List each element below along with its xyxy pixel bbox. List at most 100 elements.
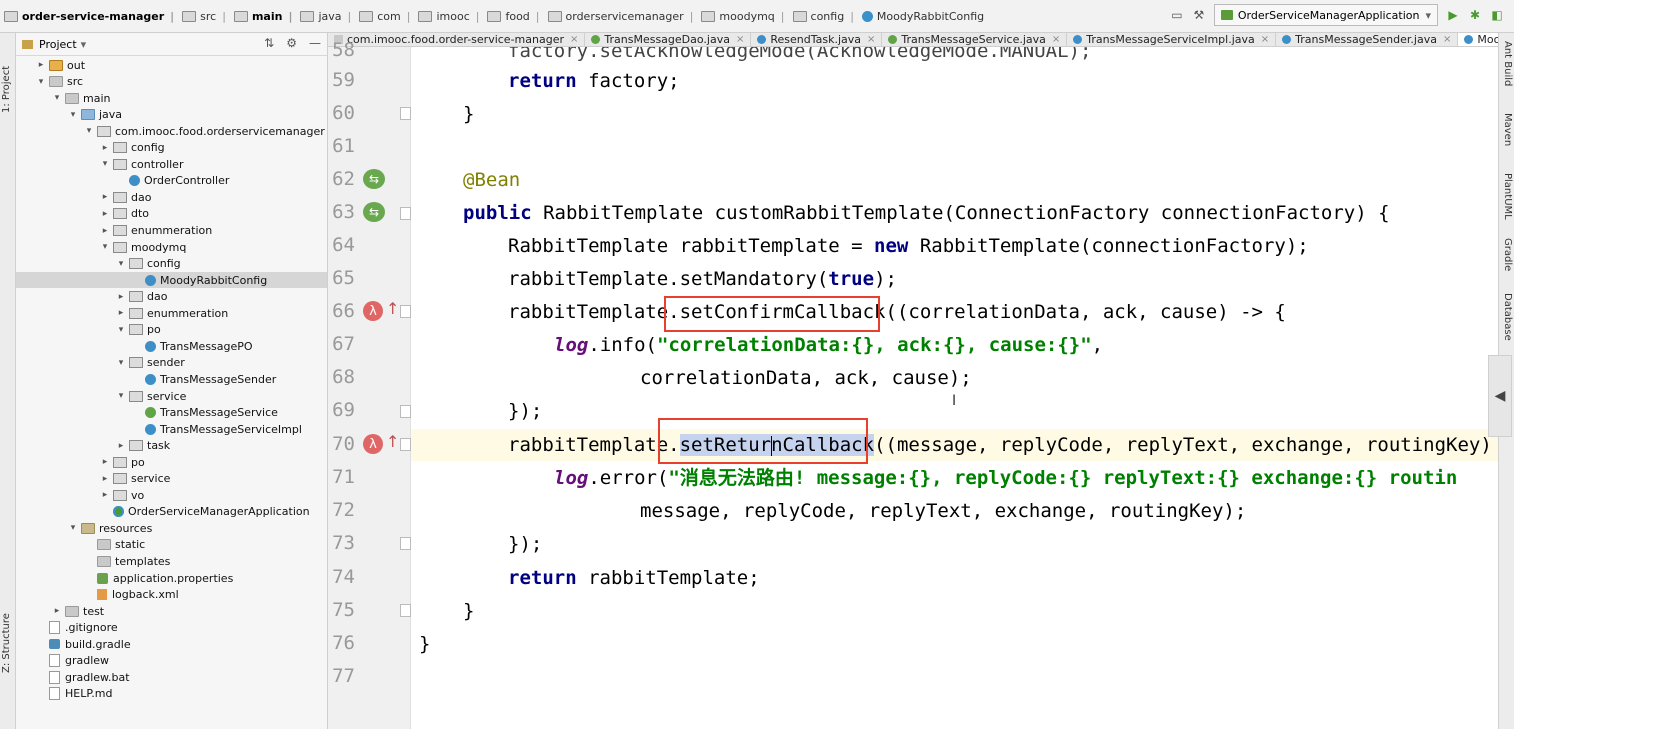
chevron-right-icon[interactable]: ▸ <box>116 441 126 451</box>
fold-marker-icon[interactable] <box>400 207 411 220</box>
tree-item[interactable]: templates <box>16 554 170 570</box>
tree-item[interactable]: ▸ po <box>16 454 145 470</box>
tree-item[interactable]: ▸ dto <box>16 206 149 222</box>
tree-item[interactable]: ▾ main <box>16 90 111 106</box>
breadcrumb-item[interactable]: main | <box>230 10 297 23</box>
tree-item[interactable]: ▸ enummeration <box>16 223 213 239</box>
close-icon[interactable]: × <box>1261 34 1269 45</box>
tree-item[interactable]: ▸ enummeration <box>16 305 229 321</box>
override-arrow-icon[interactable]: ↑ <box>386 432 399 451</box>
breadcrumb-item[interactable]: orderservicemanager | <box>544 10 698 23</box>
chevron-right-icon[interactable]: ▸ <box>100 192 110 202</box>
breadcrumb-item[interactable]: food | <box>483 10 543 23</box>
editor-tab[interactable]: TransMessageService.java × <box>882 33 1068 46</box>
chevron-down-icon[interactable]: ▾ <box>68 110 78 120</box>
spring-bean-icon[interactable]: ⇆ <box>363 202 385 222</box>
collapse-left-icon[interactable]: ◀ <box>1488 355 1512 437</box>
breadcrumb-item[interactable]: imooc | <box>414 10 483 23</box>
tree-item[interactable]: HELP.md <box>16 686 112 702</box>
close-icon[interactable]: × <box>867 34 875 45</box>
tree-item[interactable]: TransMessageSender <box>16 371 276 387</box>
breadcrumb-item[interactable]: config | <box>789 10 858 23</box>
tree-item[interactable]: ▾ src <box>16 74 83 90</box>
chevron-right-icon[interactable]: ▸ <box>100 474 110 484</box>
chevron-right-icon[interactable]: ▸ <box>116 292 126 302</box>
tree-item[interactable]: TransMessagePO <box>16 338 253 354</box>
right-tool-button[interactable]: Ant Build <box>1502 41 1513 86</box>
close-icon[interactable]: × <box>1443 34 1451 45</box>
fold-marker-icon[interactable] <box>400 405 411 418</box>
chevron-down-icon[interactable]: ▾ <box>100 242 110 252</box>
spring-bean-icon[interactable]: ⇆ <box>363 169 385 189</box>
chevron-right-icon[interactable]: ▸ <box>100 226 110 236</box>
chevron-right-icon[interactable]: ▸ <box>100 490 110 500</box>
chevron-down-icon[interactable]: ▾ <box>116 259 126 269</box>
chevron-down-icon[interactable]: ▾ <box>116 325 126 335</box>
tree-item[interactable]: ▾ controller <box>16 156 184 172</box>
tree-item[interactable]: ▾ resources <box>16 520 153 536</box>
tree-item[interactable]: logback.xml <box>16 587 179 603</box>
run-configuration-select[interactable]: OrderServiceManagerApplication ▾ <box>1213 4 1438 26</box>
tree-item[interactable]: ▸ vo <box>16 487 145 503</box>
lambda-icon[interactable]: λ <box>363 301 385 321</box>
chevron-down-icon[interactable]: ▾ <box>100 159 110 169</box>
chevron-right-icon[interactable]: ▸ <box>52 606 62 616</box>
tree-item[interactable]: ▸ config <box>16 140 165 156</box>
tree-item[interactable]: TransMessageService <box>16 405 278 421</box>
right-tool-button[interactable]: Gradle <box>1502 238 1513 271</box>
tree-item[interactable]: ▾ com.imooc.food.orderservicemanager <box>16 123 325 139</box>
breadcrumb-item[interactable]: java | <box>296 10 355 23</box>
coverage-icon[interactable]: ◧ <box>1490 8 1504 22</box>
tree-item[interactable]: application.properties <box>16 570 233 586</box>
debug-icon[interactable]: ✱ <box>1468 8 1482 22</box>
chevron-right-icon[interactable]: ▸ <box>100 143 110 153</box>
chevron-down-icon[interactable]: ▾ <box>36 77 46 87</box>
tree-item[interactable]: ▾ po <box>16 322 161 338</box>
tree-item[interactable]: OrderController <box>16 173 229 189</box>
code-editor[interactable]: factory.setAcknowledgeMode(AcknowledgeMo… <box>411 47 1498 729</box>
tree-item[interactable]: TransMessageServiceImpl <box>16 421 302 437</box>
fold-marker-icon[interactable] <box>400 537 411 550</box>
editor-tab[interactable]: ResendTask.java × <box>751 33 883 46</box>
tree-item[interactable]: ▾ config <box>16 256 181 272</box>
chevron-down-icon[interactable]: ▾ <box>116 391 126 401</box>
tree-item[interactable]: ▾ moodymq <box>16 239 187 255</box>
tree-item[interactable]: gradlew.bat <box>16 669 130 685</box>
tree-item[interactable]: OrderServiceManagerApplication <box>16 504 310 520</box>
chevron-down-icon[interactable]: ▾ <box>116 358 126 368</box>
breadcrumb-item[interactable]: order-service-manager | <box>0 10 178 23</box>
right-tool-button[interactable]: Database <box>1502 293 1513 341</box>
editor-tab[interactable]: TransMessageSender.java × <box>1276 33 1459 46</box>
tree-item[interactable]: ▸ out <box>16 57 85 73</box>
fold-marker-icon[interactable] <box>400 604 411 617</box>
editor-tab[interactable]: TransMessageDao.java × <box>585 33 752 46</box>
breadcrumb-item[interactable]: moodymq | <box>697 10 788 23</box>
structure-tool-button[interactable]: Z: Structure <box>1 613 12 673</box>
fold-marker-icon[interactable] <box>400 107 411 120</box>
breadcrumb-item[interactable]: MoodyRabbitConfig <box>858 10 988 23</box>
editor-tab[interactable]: MoodyRabbitConfig.java× <box>1458 33 1498 46</box>
breadcrumb-item[interactable]: src | <box>178 10 230 23</box>
editor-tab[interactable]: com.imooc.food.order-service-manager × <box>328 33 586 46</box>
chevron-right-icon[interactable]: ▸ <box>100 457 110 467</box>
project-tool-button[interactable]: 1: Project <box>1 66 12 113</box>
right-tool-button[interactable]: PlantUML <box>1502 173 1513 220</box>
close-icon[interactable]: × <box>1052 34 1060 45</box>
frame-icon[interactable]: ▭ <box>1170 8 1184 22</box>
fold-marker-icon[interactable] <box>400 438 411 451</box>
tree-item[interactable]: ▾ java <box>16 107 122 123</box>
run-icon[interactable]: ▶ <box>1446 8 1460 22</box>
tree-item[interactable]: .gitignore <box>16 620 118 636</box>
right-tool-button[interactable]: Maven <box>1502 113 1513 146</box>
editor-tab[interactable]: TransMessageServiceImpl.java × <box>1067 33 1277 46</box>
lambda-icon[interactable]: λ <box>363 434 385 454</box>
tree-item[interactable]: gradlew <box>16 653 109 669</box>
build-hammer-icon[interactable]: ⚒ <box>1192 8 1206 22</box>
tree-item[interactable]: ▸ test <box>16 603 104 619</box>
tree-item[interactable]: build.gradle <box>16 636 131 652</box>
tree-item[interactable]: ▸ dao <box>16 189 152 205</box>
tree-item[interactable]: ▸ service <box>16 471 171 487</box>
chevron-right-icon[interactable]: ▸ <box>116 308 126 318</box>
chevron-down-icon[interactable]: ▾ <box>84 126 94 136</box>
tree-item[interactable]: MoodyRabbitConfig <box>16 272 327 289</box>
